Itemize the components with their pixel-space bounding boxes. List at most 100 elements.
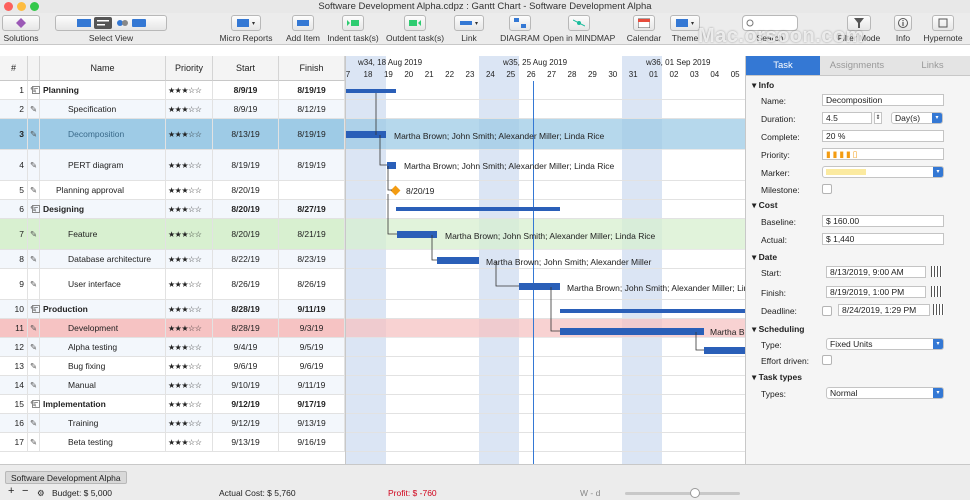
start-date[interactable]: 8/13/19 <box>213 119 279 149</box>
header-name[interactable]: Name <box>40 56 166 81</box>
task-note-icon[interactable]: ✎ <box>28 181 40 199</box>
finish-date[interactable]: 8/19/19 <box>279 81 345 99</box>
open-mindmap-button[interactable]: Open in MINDMAP <box>543 15 615 43</box>
zoom-window-button[interactable] <box>30 2 39 11</box>
task-note-icon[interactable]: ✎ <box>28 269 40 299</box>
start-date[interactable]: 8/19/19 <box>213 150 279 180</box>
priority-stars[interactable]: ★★★☆☆ <box>166 338 213 356</box>
table-row[interactable]: 15 ✎ − Implementation ★★★☆☆ 9/12/19 9/17/… <box>0 395 345 414</box>
name-field[interactable]: Decomposition <box>822 94 944 106</box>
task-note-icon[interactable]: ✎ <box>28 150 40 180</box>
task-name[interactable]: Alpha testing <box>40 338 166 356</box>
section-task-types[interactable]: ▾ Task types <box>752 372 802 383</box>
table-row[interactable]: 16 ✎ Training ★★★☆☆ 9/12/19 9/13/19 <box>0 414 345 433</box>
add-sheet-button[interactable]: + <box>8 485 14 497</box>
table-row[interactable]: 11 ✎ Development ★★★☆☆ 8/28/19 9/3/19 <box>0 319 345 338</box>
table-row[interactable]: 10 ✎ − Production ★★★☆☆ 8/28/19 9/11/19 <box>0 300 345 319</box>
finish-date[interactable]: 9/13/19 <box>279 414 345 432</box>
zoom-slider-track[interactable] <box>625 492 740 495</box>
finish-date[interactable] <box>279 181 345 199</box>
finish-date[interactable]: 8/21/19 <box>279 219 345 249</box>
tab-assignments[interactable]: Assignments <box>820 56 894 76</box>
baseline-field[interactable]: $ 160.00 <box>822 215 944 227</box>
header-priority[interactable]: Priority <box>166 56 213 81</box>
task-note-icon[interactable]: ✎ <box>28 433 40 451</box>
task-name[interactable]: − Production <box>32 300 166 318</box>
start-date[interactable]: 9/6/19 <box>213 357 279 375</box>
start-date[interactable]: 8/9/19 <box>213 100 279 118</box>
finish-date[interactable]: 8/27/19 <box>279 200 345 218</box>
gantt-chart[interactable]: w34, 18 Aug 2019 w35, 25 Aug 2019 w36, 0… <box>345 56 745 464</box>
table-row[interactable]: 12 ✎ Alpha testing ★★★☆☆ 9/4/19 9/5/19 <box>0 338 345 357</box>
table-row[interactable]: 1 ✎ − Planning ★★★☆☆ 8/9/19 8/19/19 <box>0 81 345 100</box>
table-row[interactable]: 4 ✎ PERT diagram ★★★☆☆ 8/19/19 8/19/19 <box>0 150 345 181</box>
task-bar-db[interactable] <box>437 257 479 264</box>
priority-stars[interactable]: ★★★☆☆ <box>166 219 213 249</box>
task-name[interactable]: Planning approval <box>40 181 166 199</box>
micro-reports-button[interactable]: ▾ Micro Reports <box>218 15 274 43</box>
task-name[interactable]: Feature <box>40 219 166 249</box>
header-finish[interactable]: Finish <box>279 56 345 81</box>
header-num[interactable]: # <box>0 56 28 81</box>
calendar-picker-icon[interactable] <box>931 266 942 277</box>
priority-stars[interactable]: ★★★☆☆ <box>166 376 213 394</box>
priority-stars[interactable]: ★★★☆☆ <box>166 319 213 337</box>
remove-sheet-button[interactable]: − <box>22 485 28 497</box>
actual-field[interactable]: $ 1,440 <box>822 233 944 245</box>
start-date[interactable]: 9/12/19 <box>213 395 279 413</box>
task-name[interactable]: PERT diagram <box>40 150 166 180</box>
effort-driven-checkbox[interactable] <box>822 355 832 365</box>
task-note-icon[interactable]: ✎ <box>28 319 40 337</box>
task-note-icon[interactable]: ✎ <box>28 100 40 118</box>
finish-date[interactable]: 8/23/19 <box>279 250 345 268</box>
header-start[interactable]: Start <box>213 56 279 81</box>
info-button[interactable]: Info <box>892 15 914 43</box>
finish-date[interactable]: 9/5/19 <box>279 338 345 356</box>
calendar-picker-icon[interactable] <box>931 286 942 297</box>
task-name[interactable]: − Implementation <box>32 395 166 413</box>
task-name[interactable]: Database architecture <box>40 250 166 268</box>
finish-date[interactable]: 8/12/19 <box>279 100 345 118</box>
start-date[interactable]: 8/9/19 <box>213 81 279 99</box>
summary-bar-production[interactable] <box>560 309 745 313</box>
table-row[interactable]: 8 ✎ Database architecture ★★★☆☆ 8/22/19 … <box>0 250 345 269</box>
task-name[interactable]: Beta testing <box>40 433 166 451</box>
link-button[interactable]: ▾ Link <box>452 15 486 43</box>
finish-date-field[interactable]: 8/19/2019, 1:00 PM <box>826 286 926 298</box>
calendar-picker-icon[interactable] <box>933 304 944 315</box>
start-date[interactable]: 8/20/19 <box>213 219 279 249</box>
close-window-button[interactable] <box>4 2 13 11</box>
task-bar-decomposition[interactable] <box>346 131 386 138</box>
start-date[interactable]: 9/10/19 <box>213 376 279 394</box>
priority-stars[interactable]: ★★★☆☆ <box>166 300 213 318</box>
start-date[interactable]: 9/13/19 <box>213 433 279 451</box>
priority-stars[interactable]: ★★★☆☆ <box>166 395 213 413</box>
hypernote-button[interactable]: Hypernote <box>920 15 966 43</box>
task-name[interactable]: Training <box>40 414 166 432</box>
start-date[interactable]: 9/12/19 <box>213 414 279 432</box>
deadline-checkbox[interactable] <box>822 306 832 316</box>
finish-date[interactable]: 9/3/19 <box>279 319 345 337</box>
task-note-icon[interactable]: ✎ <box>28 357 40 375</box>
task-note-icon[interactable]: ✎ <box>28 119 40 149</box>
marker-select[interactable]: ▾ <box>822 166 944 178</box>
priority-stars[interactable]: ★★★☆☆ <box>166 269 213 299</box>
indent-button[interactable]: Indent task(s) <box>325 15 381 43</box>
milestone-checkbox[interactable] <box>822 184 832 194</box>
task-name[interactable]: Development <box>40 319 166 337</box>
table-row[interactable]: 13 ✎ Bug fixing ★★★☆☆ 9/6/19 9/6/19 <box>0 357 345 376</box>
calendar-button[interactable]: Calendar <box>626 15 662 43</box>
finish-date[interactable]: 9/11/19 <box>279 376 345 394</box>
task-name[interactable]: Decomposition <box>40 119 166 149</box>
start-date[interactable]: 8/28/19 <box>213 300 279 318</box>
task-note-icon[interactable]: ✎ <box>28 219 40 249</box>
priority-stars[interactable]: ★★★☆☆ <box>166 150 213 180</box>
types-select[interactable]: Normal ▾ <box>826 387 944 399</box>
duration-stepper-icon[interactable]: ⇕ <box>874 112 882 124</box>
priority-stars[interactable]: ★★★☆☆ <box>166 357 213 375</box>
task-name[interactable]: − Planning <box>32 81 166 99</box>
section-date[interactable]: ▾ Date <box>752 252 777 263</box>
solutions-button[interactable]: Solutions <box>2 15 40 43</box>
task-name[interactable]: Specification <box>40 100 166 118</box>
start-date-field[interactable]: 8/13/2019, 9:00 AM <box>826 266 926 278</box>
